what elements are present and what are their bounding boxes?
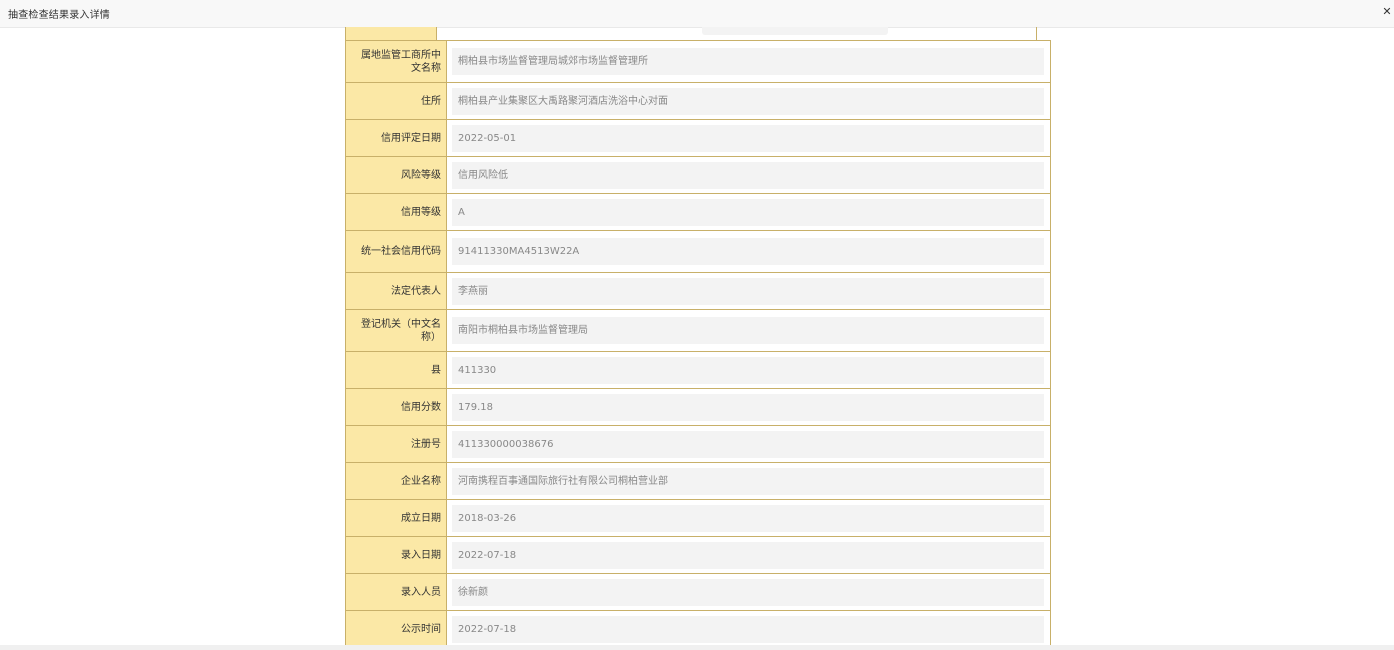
row-label: 法定代表人 — [345, 272, 447, 310]
row-value-cell: 桐柏县产业集聚区大禹路聚河酒店洗浴中心对面 — [446, 82, 1051, 120]
row-label: 登记机关（中文名称） — [345, 309, 447, 352]
detail-table: 属地监管工商所中文名称 桐柏县市场监督管理局城郊市场监督管理所 住所 桐柏县产业… — [345, 40, 1051, 648]
row-value-cell: 2018-03-26 — [446, 499, 1051, 537]
row-value: A — [452, 198, 1044, 226]
row-value-cell: 南阳市桐柏县市场监督管理局 — [446, 309, 1051, 352]
table-row: 登记机关（中文名称） 南阳市桐柏县市场监督管理局 — [345, 309, 1051, 352]
row-label: 注册号 — [345, 425, 447, 463]
table-row: 住所 桐柏县产业集聚区大禹路聚河酒店洗浴中心对面 — [345, 82, 1051, 120]
table-row: 统一社会信用代码 91411330MA4513W22A — [345, 230, 1051, 273]
row-label: 风险等级 — [345, 156, 447, 194]
row-label: 统一社会信用代码 — [345, 230, 447, 273]
row-value-cell: 411330000038676 — [446, 425, 1051, 463]
window-titlebar: 抽查检查结果录入详情 ✕ — [0, 0, 1394, 28]
row-label: 录入日期 — [345, 536, 447, 574]
row-value: 河南携程百事通国际旅行社有限公司桐柏营业部 — [452, 467, 1044, 495]
row-value: 179.18 — [452, 393, 1044, 421]
row-value-cell: 桐柏县市场监督管理局城郊市场监督管理所 — [446, 40, 1051, 83]
table-row: 企业名称 河南携程百事通国际旅行社有限公司桐柏营业部 — [345, 462, 1051, 500]
row-value-cell: A — [446, 193, 1051, 231]
table-row: 风险等级 信用风险低 — [345, 156, 1051, 194]
table-row: 法定代表人 李燕丽 — [345, 272, 1051, 310]
table-row: 录入日期 2022-07-18 — [345, 536, 1051, 574]
bottom-scroll-strip — [0, 645, 1394, 650]
row-value: 桐柏县市场监督管理局城郊市场监督管理所 — [452, 48, 1044, 75]
row-label: 信用分数 — [345, 388, 447, 426]
row-label: 公示时间 — [345, 610, 447, 648]
row-value: 2018-03-26 — [452, 504, 1044, 532]
previous-row-value-box — [702, 27, 888, 35]
previous-row-clipped — [345, 27, 1037, 40]
row-value: 2022-07-18 — [452, 615, 1044, 643]
row-value: 桐柏县产业集聚区大禹路聚河酒店洗浴中心对面 — [452, 87, 1044, 115]
row-value: 91411330MA4513W22A — [452, 238, 1044, 265]
table-row: 成立日期 2018-03-26 — [345, 499, 1051, 537]
table-row: 信用等级 A — [345, 193, 1051, 231]
table-row: 信用评定日期 2022-05-01 — [345, 119, 1051, 157]
row-value-cell: 179.18 — [446, 388, 1051, 426]
row-value-cell: 河南携程百事通国际旅行社有限公司桐柏营业部 — [446, 462, 1051, 500]
row-label: 企业名称 — [345, 462, 447, 500]
row-value-cell: 信用风险低 — [446, 156, 1051, 194]
row-value: 2022-07-18 — [452, 541, 1044, 569]
row-value: 南阳市桐柏县市场监督管理局 — [452, 317, 1044, 344]
row-value-cell: 徐新颜 — [446, 573, 1051, 611]
row-value: 411330 — [452, 356, 1044, 384]
row-value: 信用风险低 — [452, 161, 1044, 189]
row-value: 411330000038676 — [452, 430, 1044, 458]
table-row: 属地监管工商所中文名称 桐柏县市场监督管理局城郊市场监督管理所 — [345, 40, 1051, 83]
previous-row-label-cell — [346, 27, 437, 40]
row-label: 住所 — [345, 82, 447, 120]
row-label: 录入人员 — [345, 573, 447, 611]
table-row: 县 411330 — [345, 351, 1051, 389]
row-value: 李燕丽 — [452, 277, 1044, 305]
row-value-cell: 李燕丽 — [446, 272, 1051, 310]
row-value-cell: 2022-07-18 — [446, 536, 1051, 574]
table-row: 录入人员 徐新颜 — [345, 573, 1051, 611]
table-row: 注册号 411330000038676 — [345, 425, 1051, 463]
window-title: 抽查检查结果录入详情 — [8, 10, 110, 21]
close-icon[interactable]: ✕ — [1380, 5, 1394, 19]
table-row: 公示时间 2022-07-18 — [345, 610, 1051, 648]
row-value: 2022-05-01 — [452, 124, 1044, 152]
row-value-cell: 411330 — [446, 351, 1051, 389]
row-label: 信用等级 — [345, 193, 447, 231]
row-value: 徐新颜 — [452, 578, 1044, 606]
row-value-cell: 2022-05-01 — [446, 119, 1051, 157]
row-label: 信用评定日期 — [345, 119, 447, 157]
row-value-cell: 2022-07-18 — [446, 610, 1051, 648]
table-row: 信用分数 179.18 — [345, 388, 1051, 426]
row-label: 县 — [345, 351, 447, 389]
row-label: 成立日期 — [345, 499, 447, 537]
row-label: 属地监管工商所中文名称 — [345, 40, 447, 83]
row-value-cell: 91411330MA4513W22A — [446, 230, 1051, 273]
